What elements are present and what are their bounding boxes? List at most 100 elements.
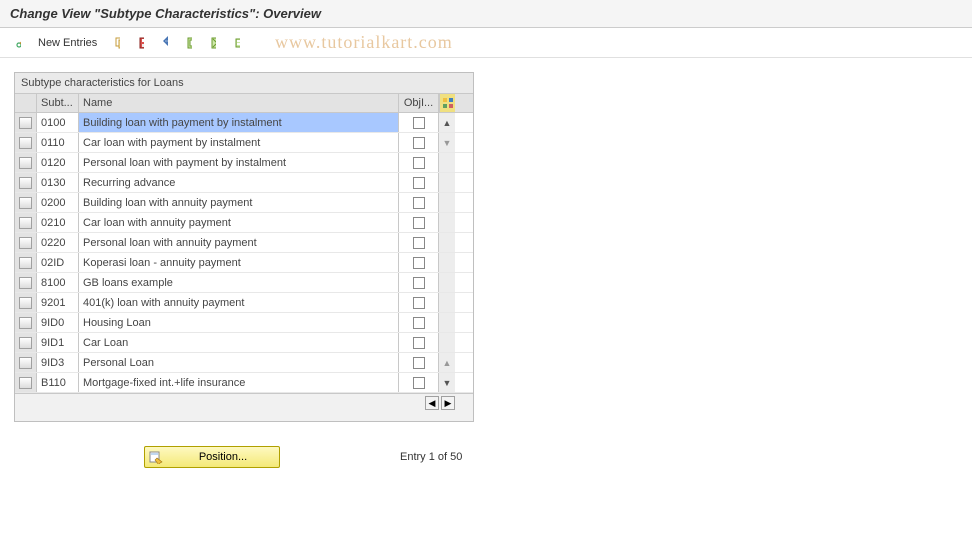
row-selector[interactable]: [15, 173, 37, 192]
scroll-page-down-button[interactable]: ▲: [439, 353, 455, 372]
triangle-down-icon: ▼: [443, 378, 452, 388]
table-row: B110Mortgage-fixed int.+life insurance ▼: [15, 373, 473, 393]
scrollbar-track[interactable]: [439, 253, 455, 272]
column-header-obji[interactable]: ObjI...: [399, 94, 439, 112]
cell-obji[interactable]: [399, 213, 439, 232]
position-button[interactable]: Position...: [144, 446, 280, 468]
cell-subtype[interactable]: 0130: [37, 173, 79, 192]
column-header-subtype[interactable]: Subt...: [37, 94, 79, 112]
scrollbar-track[interactable]: [439, 213, 455, 232]
cell-subtype[interactable]: 0210: [37, 213, 79, 232]
row-selector[interactable]: [15, 353, 37, 372]
row-selector[interactable]: [15, 213, 37, 232]
cell-subtype[interactable]: 02ID: [37, 253, 79, 272]
cell-obji[interactable]: [399, 253, 439, 272]
cell-name[interactable]: Koperasi loan - annuity payment: [79, 253, 399, 272]
select-all-button[interactable]: [179, 33, 199, 53]
cell-obji[interactable]: [399, 193, 439, 212]
row-handle-icon: [19, 297, 32, 309]
row-handle-icon: [19, 217, 32, 229]
cell-name[interactable]: Car Loan: [79, 333, 399, 352]
cell-subtype[interactable]: 9ID1: [37, 333, 79, 352]
cell-name[interactable]: Car loan with payment by instalment: [79, 133, 399, 152]
cell-name[interactable]: Personal loan with annuity payment: [79, 233, 399, 252]
cell-name[interactable]: Mortgage-fixed int.+life insurance: [79, 373, 399, 392]
row-selector[interactable]: [15, 113, 37, 132]
scrollbar-track[interactable]: [439, 173, 455, 192]
select-all-icon: [186, 36, 192, 50]
cell-obji[interactable]: [399, 233, 439, 252]
cell-obji[interactable]: [399, 373, 439, 392]
cell-name[interactable]: Building loan with payment by instalment: [79, 113, 399, 132]
scroll-page-up-button[interactable]: ▼: [439, 133, 455, 152]
scroll-right-button[interactable]: ▶: [441, 396, 455, 410]
row-selector[interactable]: [15, 313, 37, 332]
diskette-icon: [138, 36, 144, 50]
table-settings-button[interactable]: [439, 94, 455, 112]
row-handle-icon: [19, 357, 32, 369]
scrollbar-track[interactable]: [439, 233, 455, 252]
cell-obji[interactable]: [399, 333, 439, 352]
cell-name[interactable]: Recurring advance: [79, 173, 399, 192]
row-selector[interactable]: [15, 233, 37, 252]
cell-subtype[interactable]: 0110: [37, 133, 79, 152]
cell-name[interactable]: GB loans example: [79, 273, 399, 292]
cell-name[interactable]: 401(k) loan with annuity payment: [79, 293, 399, 312]
toolbar: New Entries: [0, 28, 972, 58]
cell-obji[interactable]: [399, 313, 439, 332]
scrollbar-track[interactable]: [439, 333, 455, 352]
row-selector[interactable]: [15, 373, 37, 392]
row-selector[interactable]: [15, 333, 37, 352]
cell-obji[interactable]: [399, 173, 439, 192]
cell-name[interactable]: Personal Loan: [79, 353, 399, 372]
toggle-display-change-button[interactable]: [8, 33, 28, 53]
row-selector[interactable]: [15, 273, 37, 292]
cell-subtype[interactable]: 0100: [37, 113, 79, 132]
cell-obji[interactable]: [399, 113, 439, 132]
row-selector[interactable]: [15, 153, 37, 172]
cell-subtype[interactable]: 8100: [37, 273, 79, 292]
scrollbar-track[interactable]: [439, 293, 455, 312]
copy-button[interactable]: [107, 33, 127, 53]
scrollbar-track[interactable]: [439, 193, 455, 212]
cell-obji[interactable]: [399, 153, 439, 172]
scroll-up-button[interactable]: ▲: [439, 113, 455, 132]
cell-obji[interactable]: [399, 353, 439, 372]
cell-obji[interactable]: [399, 293, 439, 312]
row-selector[interactable]: [15, 133, 37, 152]
table-row: 9ID3Personal Loan ▲: [15, 353, 473, 373]
undo-button[interactable]: [155, 33, 175, 53]
scrollbar-track[interactable]: [439, 153, 455, 172]
cell-subtype[interactable]: 0220: [37, 233, 79, 252]
cell-name[interactable]: Building loan with annuity payment: [79, 193, 399, 212]
cell-subtype[interactable]: 0120: [37, 153, 79, 172]
cell-name[interactable]: Housing Loan: [79, 313, 399, 332]
cell-name[interactable]: Car loan with annuity payment: [79, 213, 399, 232]
table-row: 9ID0Housing Loan: [15, 313, 473, 333]
cell-subtype[interactable]: 9ID0: [37, 313, 79, 332]
scrollbar-track[interactable]: [439, 313, 455, 332]
print-button[interactable]: [227, 33, 247, 53]
row-selector[interactable]: [15, 253, 37, 272]
cell-name[interactable]: Personal loan with payment by instalment: [79, 153, 399, 172]
column-header-name[interactable]: Name: [79, 94, 399, 112]
select-all-header[interactable]: [15, 94, 37, 112]
row-selector[interactable]: [15, 193, 37, 212]
cell-subtype[interactable]: B110: [37, 373, 79, 392]
new-entries-button[interactable]: New Entries: [32, 33, 103, 53]
save-button[interactable]: [131, 33, 151, 53]
scrollbar-track[interactable]: [439, 273, 455, 292]
scroll-left-button[interactable]: ◀: [425, 396, 439, 410]
cell-subtype[interactable]: 9ID3: [37, 353, 79, 372]
deselect-all-button[interactable]: [203, 33, 223, 53]
cell-subtype[interactable]: 9201: [37, 293, 79, 312]
cell-obji[interactable]: [399, 133, 439, 152]
cell-subtype[interactable]: 0200: [37, 193, 79, 212]
table-row: 9ID1Car Loan: [15, 333, 473, 353]
row-selector[interactable]: [15, 293, 37, 312]
cell-obji[interactable]: [399, 273, 439, 292]
checkbox-icon: [413, 357, 425, 369]
triangle-right-icon: ▶: [445, 398, 452, 409]
scroll-down-button[interactable]: ▼: [439, 373, 455, 392]
triangle-up-icon: ▲: [443, 118, 452, 128]
